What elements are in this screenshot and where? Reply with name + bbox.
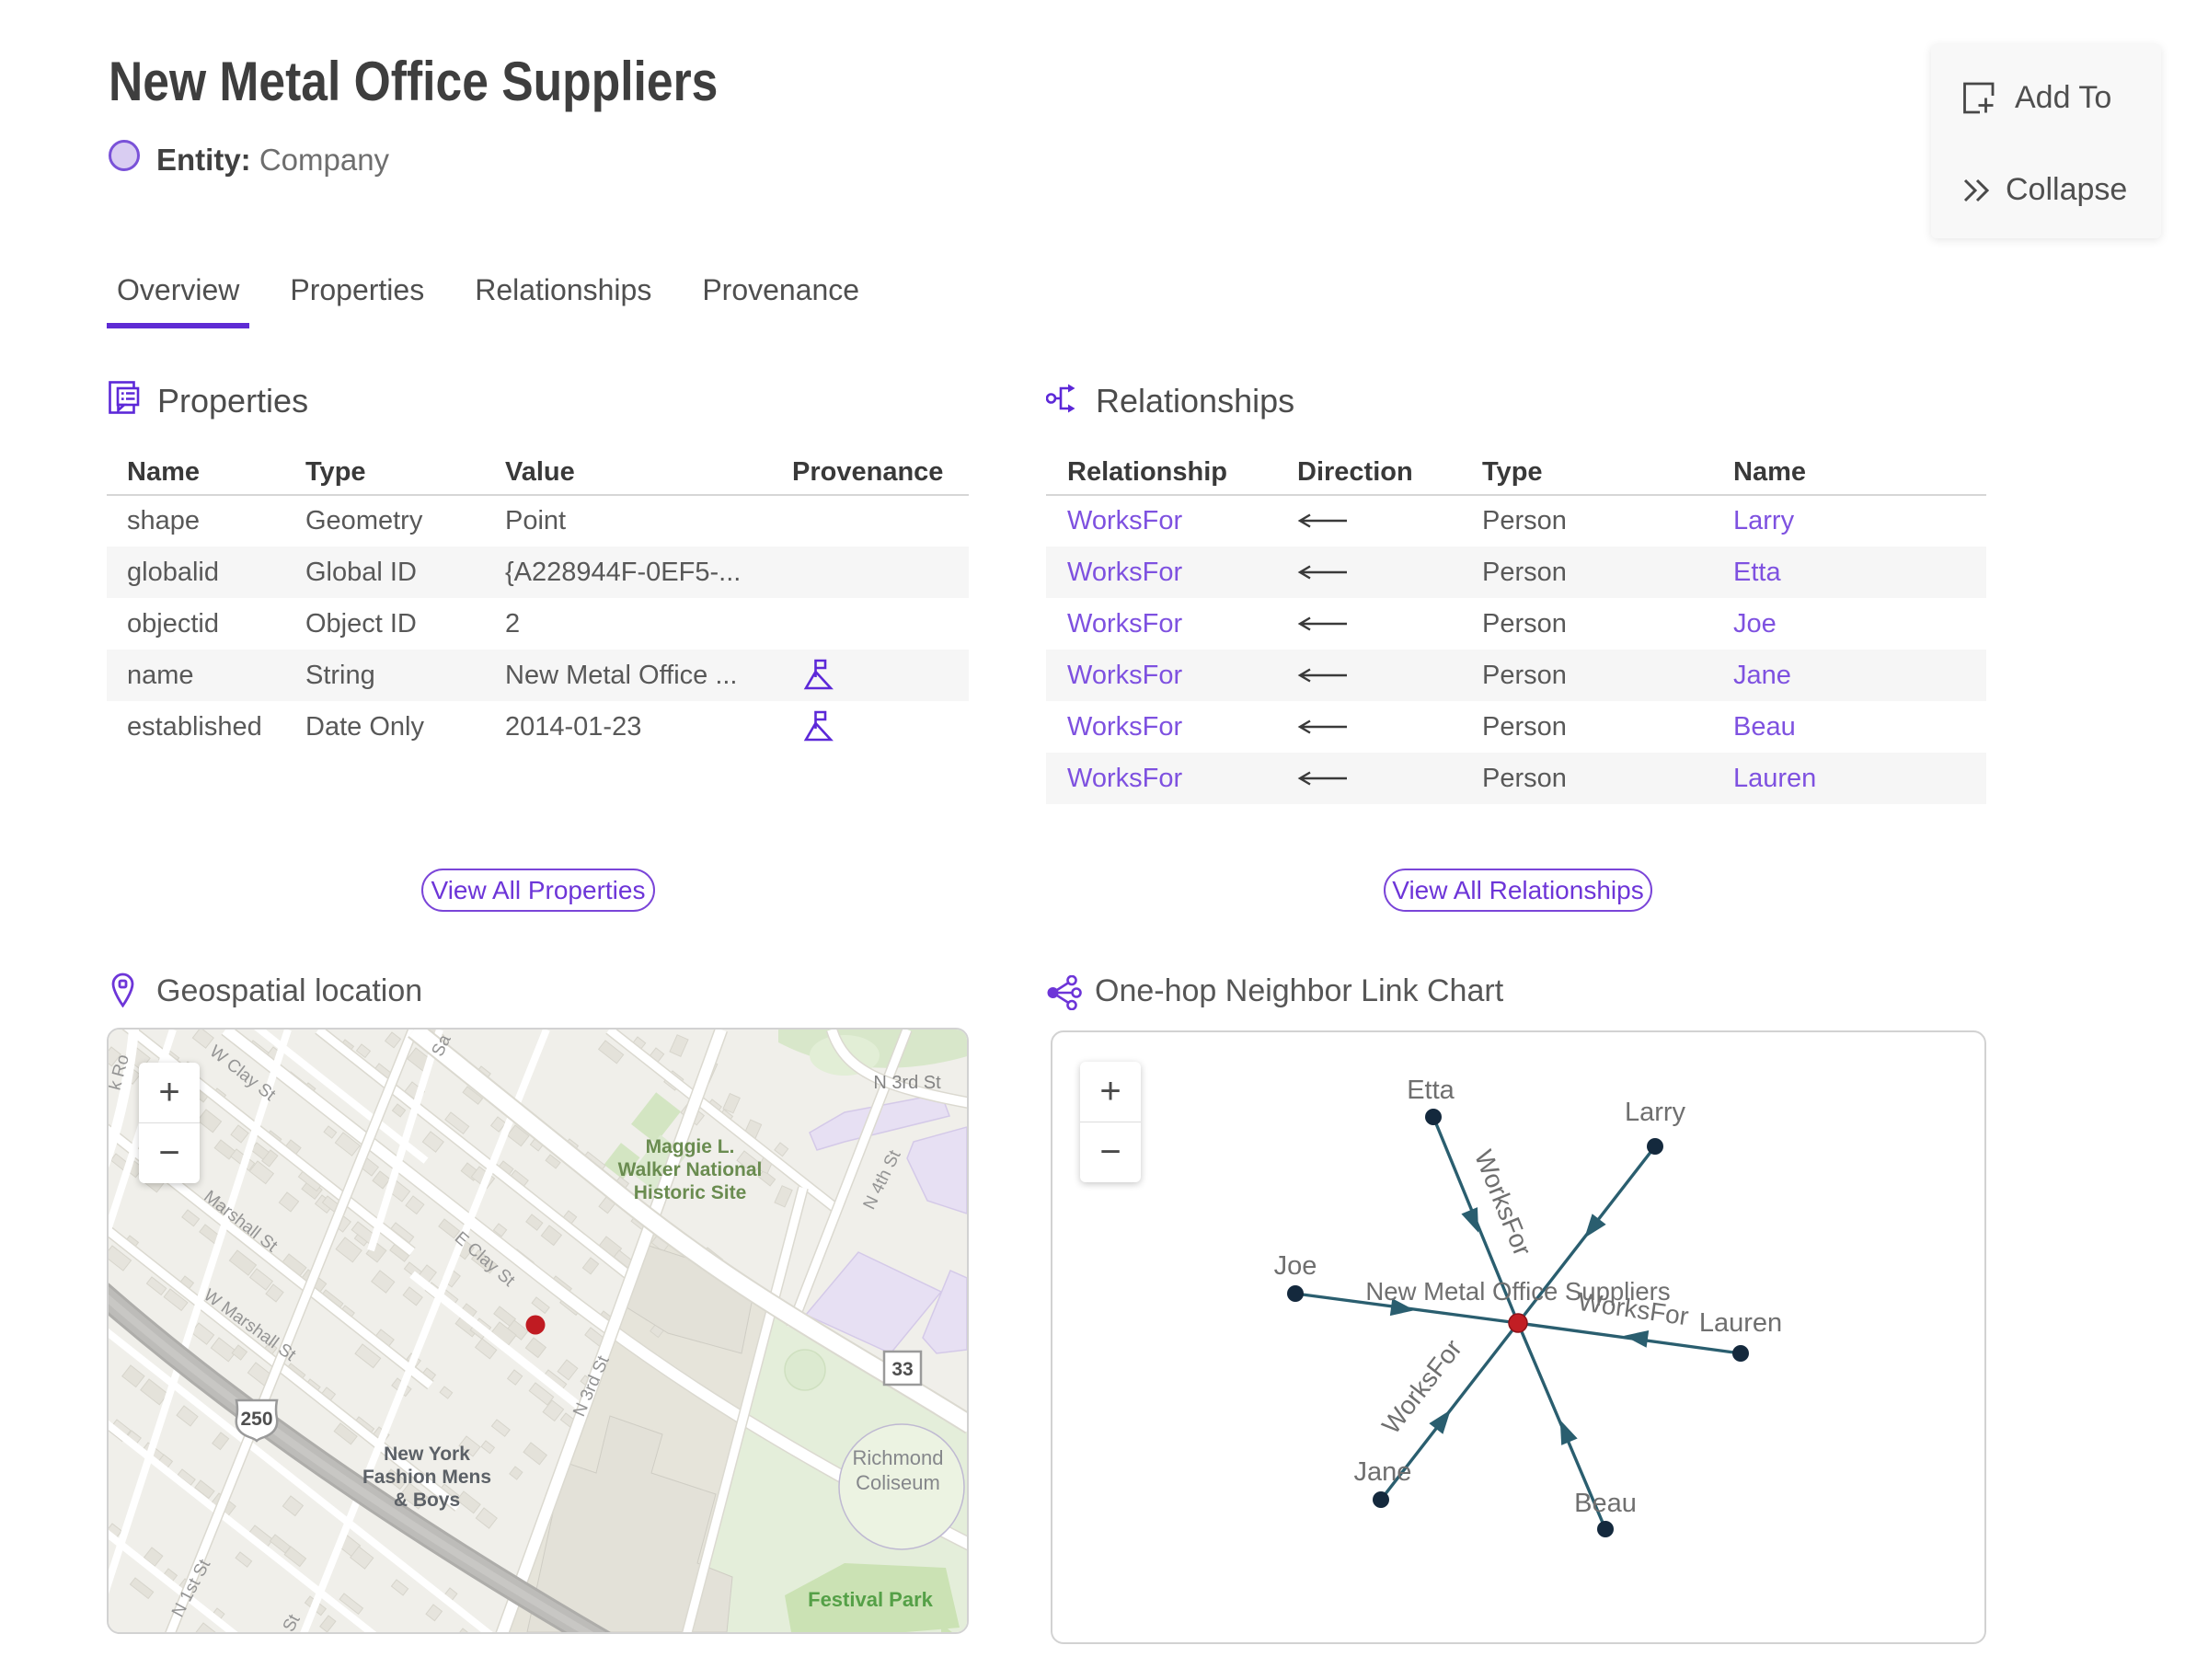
- svg-text:250: 250: [240, 1409, 272, 1430]
- svg-text:New York: New York: [384, 1444, 470, 1465]
- svg-text:Etta: Etta: [1407, 1076, 1455, 1105]
- svg-text:Jane: Jane: [1354, 1457, 1412, 1487]
- svg-text:Beau: Beau: [1574, 1489, 1637, 1518]
- svg-text:WorksFor: WorksFor: [1376, 1334, 1467, 1439]
- svg-text:Richmond: Richmond: [852, 1446, 943, 1469]
- svg-text:WorksFor: WorksFor: [1469, 1146, 1537, 1260]
- svg-text:Walker National: Walker National: [618, 1159, 763, 1180]
- svg-text:& Boys: & Boys: [394, 1490, 460, 1511]
- svg-text:Festival Park: Festival Park: [808, 1588, 934, 1611]
- svg-text:WorksFor: WorksFor: [1576, 1287, 1690, 1331]
- svg-text:Fashion Mens: Fashion Mens: [362, 1467, 491, 1488]
- svg-text:N 3rd St: N 3rd St: [873, 1073, 941, 1093]
- svg-text:Maggie L.: Maggie L.: [646, 1136, 735, 1157]
- svg-text:Coliseum: Coliseum: [856, 1471, 940, 1494]
- svg-text:Joe: Joe: [1274, 1251, 1317, 1281]
- svg-text:Larry: Larry: [1625, 1098, 1686, 1127]
- svg-text:Historic Site: Historic Site: [634, 1182, 747, 1203]
- svg-text:33: 33: [891, 1359, 913, 1380]
- svg-text:Lauren: Lauren: [1699, 1308, 1782, 1338]
